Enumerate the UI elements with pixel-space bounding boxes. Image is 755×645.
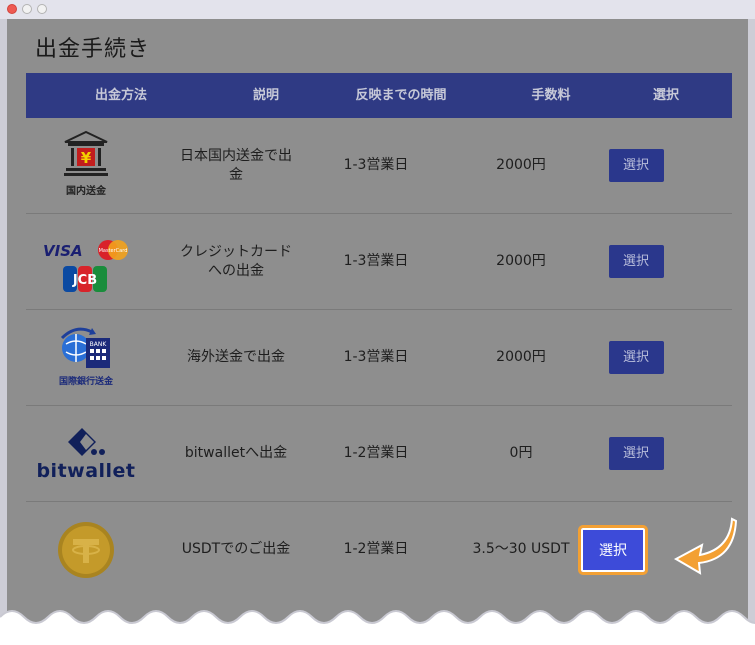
method-cell: bitwallet [26, 406, 146, 501]
method-cell: ¥ 国内送金 [26, 118, 146, 213]
select-button[interactable]: 選択 [608, 341, 664, 374]
international-bank-icon: BANK 国際銀行送金 [58, 324, 114, 392]
header-method: 出金方法 [94, 88, 147, 103]
time-cell: 1-2営業日 [343, 541, 409, 557]
description-cell: USDTでのご出金 [181, 541, 291, 557]
usdt-coin-icon [58, 521, 114, 578]
fee-cell: 2000円 [496, 157, 546, 173]
time-cell: 1-3営業日 [343, 253, 409, 269]
pointer-arrow-icon [673, 517, 738, 575]
fee-cell: 0円 [509, 445, 533, 461]
fee-cell: 3.5〜30 USDT [472, 541, 570, 557]
header-time: 反映までの時間 [355, 88, 447, 103]
fee-cell: 2000円 [496, 349, 546, 365]
window-titlebar [0, 0, 755, 20]
table-row: bitwallet bitwalletへ出金 1-2営業日 0円 選択 [26, 406, 732, 502]
select-button[interactable]: 選択 [608, 437, 664, 470]
description-cell: 日本国内送金で出金 [180, 147, 292, 183]
method-cell: VISA MasterCard JCB [26, 214, 146, 309]
description-cell: クレジットカードへの出金 [180, 243, 292, 279]
visa-logo: VISA [43, 241, 83, 260]
method-label: 国際銀行送金 [58, 376, 113, 387]
time-cell: 1-2営業日 [343, 445, 409, 461]
table-row: VISA MasterCard JCB クレジットカードへの出金 1-3営業日 … [26, 214, 732, 310]
bitwallet-icon: bitwallet [36, 426, 135, 481]
svg-text:¥: ¥ [81, 149, 92, 167]
table-row: BANK 国際銀行送金 海外送金で出金 1-3営業日 2000円 選択 [26, 310, 732, 406]
jcb-logo: JCB [63, 265, 107, 292]
credit-card-icon: VISA MasterCard JCB [41, 232, 131, 292]
svg-text:MasterCard: MasterCard [99, 248, 128, 254]
app-window: 出金手続き 出金方法 説明 反映までの時間 手数料 選択 ¥ 国内送金 日本国内… [0, 0, 755, 645]
torn-edge-divider [0, 610, 755, 645]
close-window-button[interactable] [7, 4, 17, 14]
fee-cell: 2000円 [496, 253, 546, 269]
svg-text:BANK: BANK [90, 341, 108, 348]
method-cell [26, 502, 146, 597]
page-title: 出金手続き [35, 37, 151, 62]
method-label: bitwallet [36, 460, 136, 482]
time-cell: 1-3営業日 [343, 349, 409, 365]
domestic-bank-icon: ¥ 国内送金 [63, 130, 109, 201]
time-cell: 1-3営業日 [343, 157, 409, 173]
mastercard-logo: MasterCard [98, 239, 128, 260]
frame-right [748, 19, 755, 645]
frame-left [0, 19, 7, 645]
table-header: 出金方法 説明 反映までの時間 手数料 選択 [26, 73, 732, 118]
minimize-window-button[interactable] [22, 4, 32, 14]
svg-text:JCB: JCB [72, 273, 97, 288]
select-button[interactable]: 選択 [608, 245, 664, 278]
select-cell: 選択 [596, 214, 676, 309]
header-select: 選択 [652, 88, 679, 103]
header-fee: 手数料 [531, 88, 571, 103]
table-row: ¥ 国内送金 日本国内送金で出金 1-3営業日 2000円 選択 [26, 118, 732, 214]
select-cell: 選択 [596, 118, 676, 213]
method-label: 国内送金 [66, 186, 106, 197]
description-cell: 海外送金で出金 [187, 349, 285, 365]
select-button[interactable]: 選択 [608, 149, 664, 182]
select-cell: 選択 [596, 310, 676, 405]
select-cell: 選択 [596, 406, 676, 501]
maximize-window-button[interactable] [37, 4, 47, 14]
description-cell: bitwalletへ出金 [184, 445, 288, 461]
select-button-usdt[interactable]: 選択 [578, 525, 648, 575]
header-description: 説明 [252, 88, 279, 103]
method-cell: BANK 国際銀行送金 [26, 310, 146, 405]
